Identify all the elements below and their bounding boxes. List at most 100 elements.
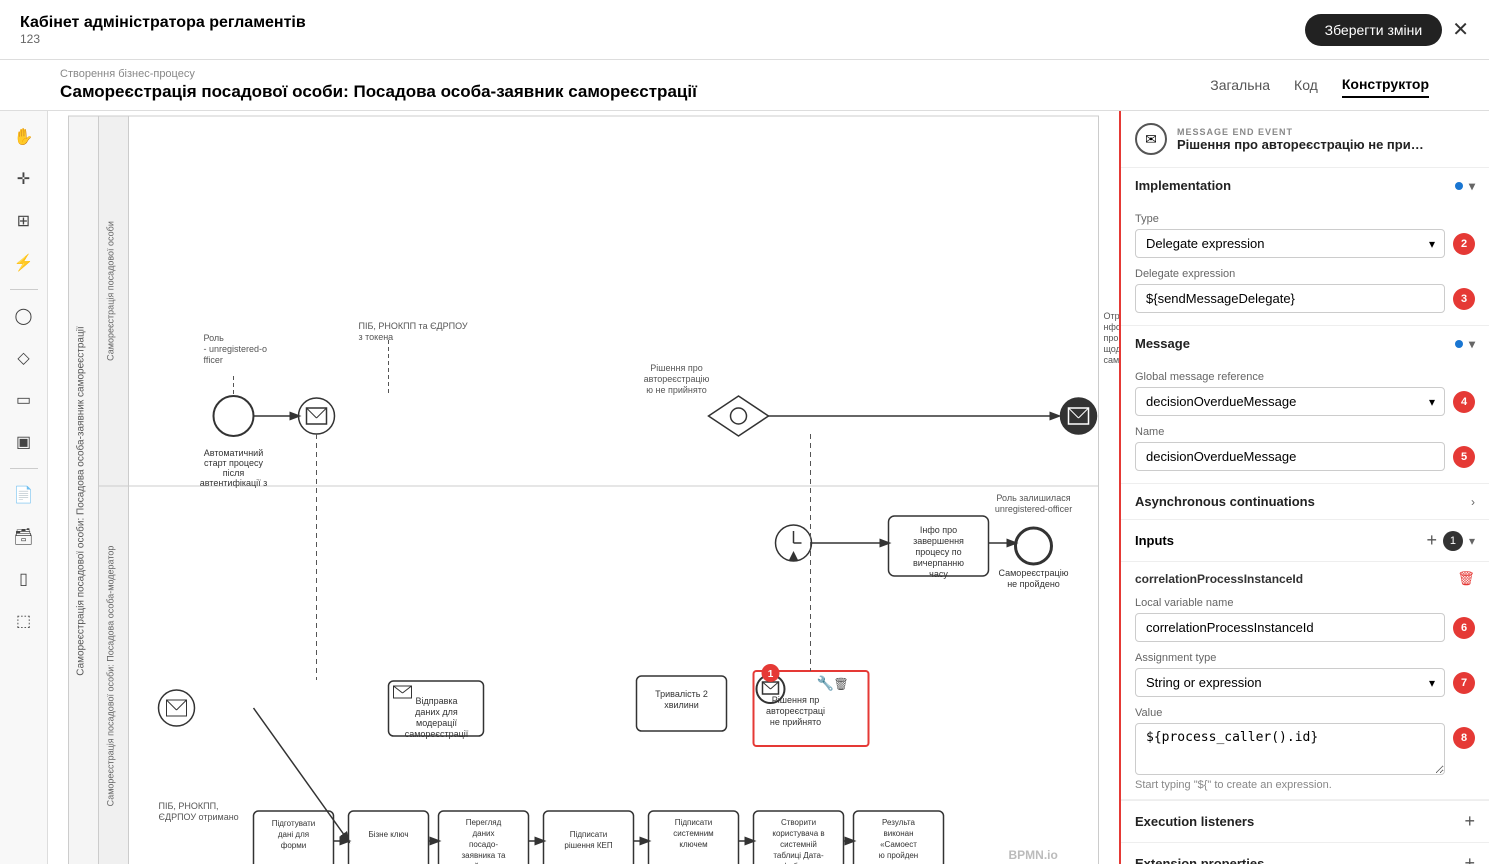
svg-text:Відправка: Відправка <box>415 696 457 706</box>
assignment-select[interactable]: String or expression Map List Script <box>1135 668 1445 697</box>
svg-text:Інфо про: Інфо про <box>920 525 957 535</box>
rect3-tool[interactable]: ▯ <box>6 561 42 597</box>
svg-text:🗑: 🗑 <box>834 677 849 691</box>
diagram-container: Самореєстрація посадової особи: Посадова… <box>48 111 1119 864</box>
svg-text:часу: часу <box>929 569 948 579</box>
add-extension-property-button[interactable]: + <box>1464 853 1475 864</box>
badge-5: 5 <box>1453 446 1475 468</box>
global-ref-select[interactable]: decisionOverdueMessage <box>1135 387 1445 416</box>
svg-text:Результа: Результа <box>882 818 915 827</box>
svg-text:ю пройден: ю пройден <box>879 851 918 860</box>
correlation-label: correlationProcessInstanceId <box>1135 572 1303 586</box>
async-chevron: › <box>1471 495 1475 509</box>
tab-general[interactable]: Загальна <box>1210 73 1270 97</box>
implementation-dot <box>1455 182 1463 190</box>
db-tool[interactable]: 🗃 <box>6 519 42 555</box>
add-input-button[interactable]: + <box>1426 530 1437 551</box>
svg-text:модерації: модерації <box>416 718 457 728</box>
svg-text:рішення КЕП: рішення КЕП <box>564 841 612 850</box>
diamond-tool[interactable]: ◇ <box>6 340 42 376</box>
rect2-tool[interactable]: ▣ <box>6 424 42 460</box>
svg-text:фабрики: фабрики <box>782 862 815 864</box>
svg-text:Самореєстрація посадової особи: Самореєстрація посадової особи <box>106 221 116 361</box>
hand-tool[interactable]: ✋ <box>6 119 42 155</box>
panel-title-text: Рішення про автореєстрацію не при… <box>1177 137 1424 152</box>
delegate-input[interactable] <box>1135 284 1445 313</box>
delegate-row: 3 <box>1135 284 1475 313</box>
svg-text:системній: системній <box>780 840 817 849</box>
svg-text:ПІБ, РНОКПП,: ПІБ, РНОКПП, <box>159 801 219 811</box>
add-execution-listener-button[interactable]: + <box>1464 811 1475 832</box>
async-section[interactable]: Asynchronous continuations › <box>1121 484 1489 520</box>
correlation-block: correlationProcessInstanceId 🗑 Local var… <box>1121 562 1489 800</box>
implementation-title: Implementation <box>1135 178 1231 193</box>
sub-header: Створення бізнес-процесу Самореєстрація … <box>0 60 1489 111</box>
svg-text:вичерпанню: вичерпанню <box>913 558 964 568</box>
badge-3: 3 <box>1453 288 1475 310</box>
circle-tool[interactable]: ◯ <box>6 298 42 334</box>
svg-text:Підписати: Підписати <box>570 830 607 839</box>
svg-text:системним: системним <box>673 829 713 838</box>
svg-text:Підготувати: Підготувати <box>272 819 316 828</box>
svg-text:про рішен: про рішен <box>1104 333 1120 343</box>
dashed-tool[interactable]: ⬚ <box>6 603 42 639</box>
message-dot <box>1455 340 1463 348</box>
svg-text:виконан: виконан <box>883 829 913 838</box>
svg-text:не прийнято: не прийнято <box>770 717 821 727</box>
svg-text:з токена: з токена <box>359 332 394 342</box>
right-panel: ✉ MESSAGE END EVENT Рішення про автореєс… <box>1119 111 1489 864</box>
page-title: Самореєстрація посадової особи: Посадова… <box>60 82 697 102</box>
execution-listeners-section[interactable]: Execution listeners + <box>1121 801 1489 843</box>
assignment-type-label: Assignment type <box>1135 652 1475 664</box>
close-button[interactable]: ✕ <box>1452 17 1469 42</box>
type-select-wrapper: Delegate expression Java class Expressio… <box>1135 229 1445 258</box>
svg-text:Роль залишилася: Роль залишилася <box>996 493 1070 503</box>
cross-tool[interactable]: ✛ <box>6 161 42 197</box>
svg-text:«Самоест: «Самоест <box>880 840 917 849</box>
svg-text:🔧: 🔧 <box>817 674 834 692</box>
panel-header: ✉ MESSAGE END EVENT Рішення про автореєс… <box>1121 111 1489 168</box>
save-button[interactable]: Зберегти зміни <box>1305 14 1443 46</box>
inputs-count: 1 <box>1443 531 1463 551</box>
doc-tool[interactable]: 📄 <box>6 477 42 513</box>
implementation-section: Implementation ▾ Type Delegate expressio… <box>1121 168 1489 326</box>
local-var-input[interactable] <box>1135 613 1445 642</box>
svg-text:старт процесу: старт процесу <box>204 458 263 468</box>
delete-correlation-button[interactable]: 🗑 <box>1457 570 1475 587</box>
implementation-chevron: ▾ <box>1469 179 1475 193</box>
lasso-tool[interactable]: ⚡ <box>6 245 42 281</box>
svg-text:ключем: ключем <box>679 840 707 849</box>
svg-text:Автоматичний: Автоматичний <box>204 448 263 458</box>
event-type-label: MESSAGE END EVENT <box>1177 127 1424 137</box>
global-ref-row: decisionOverdueMessage 4 <box>1135 387 1475 416</box>
value-textarea[interactable]: ${process_caller().id} <box>1135 723 1445 775</box>
local-var-row: 6 <box>1135 613 1475 642</box>
svg-text:автореєстрацію: автореєстрацію <box>644 374 710 384</box>
split-tool[interactable]: ⊞ <box>6 203 42 239</box>
svg-text:не пройдено: не пройдено <box>1007 579 1060 589</box>
assignment-row: String or expression Map List Script 7 <box>1135 668 1475 697</box>
inputs-header: Inputs + 1 ▾ <box>1121 520 1489 562</box>
svg-text:самореєстрації: самореєстрації <box>405 729 469 739</box>
svg-text:Рішення про: Рішення про <box>650 363 702 373</box>
tab-code[interactable]: Код <box>1294 73 1318 97</box>
message-section-header[interactable]: Message ▾ <box>1121 326 1489 361</box>
value-label: Value <box>1135 707 1475 719</box>
msg-name-row: 5 <box>1135 442 1475 471</box>
tab-constructor[interactable]: Конструктор <box>1342 72 1429 98</box>
header: Кабінет адміністратора регламентів 123 З… <box>0 0 1489 60</box>
svg-text:Отримано і: Отримано і <box>1104 311 1120 321</box>
canvas-area[interactable]: Самореєстрація посадової особи: Посадова… <box>48 111 1119 864</box>
app-subtitle: 123 <box>20 32 306 46</box>
implementation-section-header[interactable]: Implementation ▾ <box>1121 168 1489 203</box>
svg-text:автентифікації з: автентифікації з <box>200 478 268 488</box>
svg-text:дані для: дані для <box>278 830 309 839</box>
extension-properties-section[interactable]: Extension properties + <box>1121 843 1489 864</box>
rect-tool[interactable]: ▭ <box>6 382 42 418</box>
type-select[interactable]: Delegate expression Java class Expressio… <box>1135 229 1445 258</box>
msg-name-input[interactable] <box>1135 442 1445 471</box>
svg-text:Тривалість 2: Тривалість 2 <box>655 689 708 699</box>
svg-text:1: 1 <box>768 669 774 680</box>
main-layout: ✋ ✛ ⊞ ⚡ ◯ ◇ ▭ ▣ 📄 🗃 ▯ ⬚ Самореєстрація п… <box>0 111 1489 864</box>
msg-name-label: Name <box>1135 426 1475 438</box>
